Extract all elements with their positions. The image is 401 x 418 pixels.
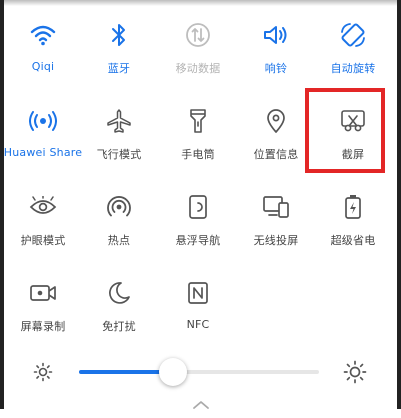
tile-label: Huawei Share bbox=[3, 146, 83, 159]
auto-rotate-icon bbox=[336, 18, 370, 52]
tile-label: 手电筒 bbox=[181, 148, 215, 161]
tile-eye-comfort[interactable]: 护眼模式 bbox=[3, 190, 83, 280]
tile-airplane[interactable]: 飞行模式 bbox=[79, 104, 159, 194]
screen-recorder-icon bbox=[26, 276, 60, 310]
tile-huawei-share[interactable]: Huawei Share bbox=[3, 104, 83, 194]
tile-label: 响铃 bbox=[264, 62, 288, 75]
tile-label: 位置信息 bbox=[253, 148, 299, 161]
tile-hotspot[interactable]: 热点 bbox=[79, 190, 159, 280]
location-icon bbox=[259, 104, 293, 138]
tile-flashlight[interactable]: 手电筒 bbox=[158, 104, 238, 194]
tile-label: 蓝牙 bbox=[107, 62, 131, 75]
ring-volume-icon bbox=[259, 18, 293, 52]
tile-wifi[interactable]: Qiqi bbox=[3, 18, 83, 108]
bluetooth-icon bbox=[102, 18, 136, 52]
tile-floating-dock[interactable]: 悬浮导航 bbox=[158, 190, 238, 280]
brightness-slider-thumb[interactable] bbox=[158, 358, 187, 386]
mobile-data-icon bbox=[181, 18, 215, 52]
do-not-disturb-icon bbox=[102, 276, 136, 310]
tile-bluetooth[interactable]: 蓝牙 bbox=[79, 18, 159, 108]
tile-label: 无线投屏 bbox=[253, 234, 299, 247]
ultra-power-saving-icon bbox=[336, 190, 370, 224]
eye-comfort-icon bbox=[26, 190, 60, 224]
tile-label: 飞行模式 bbox=[96, 148, 142, 161]
brightness-high-icon bbox=[343, 360, 367, 384]
tile-label: Qiqi bbox=[31, 60, 55, 73]
tile-label: 自动旋转 bbox=[330, 62, 376, 75]
wifi-icon bbox=[26, 18, 60, 52]
hotspot-icon bbox=[102, 190, 136, 224]
tile-label: 超级省电 bbox=[330, 234, 376, 247]
airplane-icon bbox=[102, 104, 136, 138]
brightness-low-icon bbox=[33, 362, 53, 382]
tile-label: 移动数据 bbox=[175, 62, 221, 75]
nfc-icon bbox=[181, 276, 215, 310]
screenshot-highlight-box bbox=[305, 88, 385, 173]
tile-nfc[interactable]: NFC bbox=[158, 276, 238, 366]
tile-location[interactable]: 位置信息 bbox=[236, 104, 316, 194]
tile-wireless-projection[interactable]: 无线投屏 bbox=[236, 190, 316, 280]
tile-label: 热点 bbox=[107, 234, 131, 247]
tile-label: NFC bbox=[186, 318, 210, 331]
tile-label: 护眼模式 bbox=[20, 234, 66, 247]
floating-dock-icon bbox=[181, 190, 215, 224]
tile-ultra-power-saving[interactable]: 超级省电 bbox=[313, 190, 393, 280]
tile-ring[interactable]: 响铃 bbox=[236, 18, 316, 108]
tile-do-not-disturb[interactable]: 免打扰 bbox=[79, 276, 159, 366]
huawei-share-icon bbox=[26, 104, 60, 138]
top-edge bbox=[0, 0, 401, 6]
tile-label: 屏幕录制 bbox=[20, 320, 66, 333]
tile-label: 悬浮导航 bbox=[175, 234, 221, 247]
expand-handle-icon[interactable] bbox=[191, 398, 211, 418]
phone-frame-right bbox=[397, 0, 401, 409]
flashlight-icon bbox=[181, 104, 215, 138]
tile-screen-recorder[interactable]: 屏幕录制 bbox=[3, 276, 83, 366]
tile-mobile-data[interactable]: 移动数据 bbox=[158, 18, 238, 108]
tile-label: 免打扰 bbox=[102, 320, 136, 333]
wireless-projection-icon bbox=[259, 190, 293, 224]
